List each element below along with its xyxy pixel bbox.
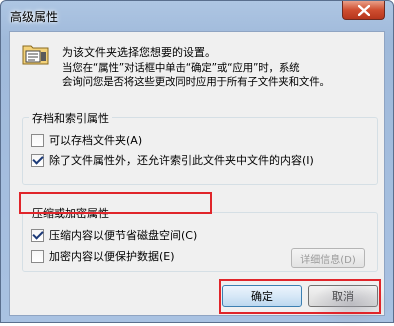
archive-checkbox[interactable] [31, 133, 44, 147]
archive-index-group: 存档和索引属性 可以存档文件夹(A) 除了文件属性外，还允许索引此文件夹中文件的… [22, 110, 378, 185]
index-checkbox[interactable] [31, 153, 44, 167]
details-button[interactable]: 详细信息(D) [291, 248, 365, 268]
ok-button[interactable]: 确定 [222, 285, 302, 307]
folder-properties-icon [22, 45, 49, 65]
window-title: 高级属性 [10, 10, 59, 24]
encrypt-checkbox[interactable] [31, 249, 44, 263]
index-option[interactable]: 除了文件属性外，还允许索引此文件夹中文件的内容(I) [31, 152, 314, 168]
archive-option[interactable]: 可以存档文件夹(A) [31, 132, 142, 148]
cancel-button[interactable]: 取消 [308, 285, 378, 307]
close-icon [357, 4, 370, 16]
description-area: 为该文件夹选择您想要的设置。 当您在“属性”对话框中单击“确定”或“应用”时，系… [22, 42, 377, 92]
close-button[interactable] [342, 1, 385, 20]
archive-index-legend: 存档和索引属性 [29, 110, 112, 126]
encrypt-label: 加密内容以便保护数据(E) [49, 250, 175, 263]
description-line-1: 为该文件夹选择您想要的设置。 [62, 46, 216, 59]
description-line-2: 当您在“属性”对话框中单击“确定”或“应用”时，系统 [62, 62, 300, 74]
advanced-attributes-dialog: 高级属性 为该文件夹选择您想要的设置。 当您在“属性”对话框中单击“确定”或“应… [0, 0, 394, 326]
archive-label: 可以存档文件夹(A) [49, 134, 143, 147]
compress-label: 压缩内容以便节省磁盘空间(C) [49, 229, 198, 242]
title-bar[interactable]: 高级属性 [1, 1, 393, 31]
compress-checkbox[interactable] [31, 228, 44, 242]
compress-option[interactable]: 压缩内容以便节省磁盘空间(C) [31, 227, 197, 243]
description-line-3: 会询问您是否将这些更改同时应用于所有子文件夹和文件。 [62, 76, 330, 88]
index-label: 除了文件属性外，还允许索引此文件夹中文件的内容(I) [49, 154, 314, 167]
compress-encrypt-legend: 压缩或加密属性 [29, 205, 112, 221]
encrypt-option[interactable]: 加密内容以便保护数据(E) [31, 248, 175, 264]
dialog-content: 为该文件夹选择您想要的设置。 当您在“属性”对话框中单击“确定”或“应用”时，系… [9, 31, 392, 326]
